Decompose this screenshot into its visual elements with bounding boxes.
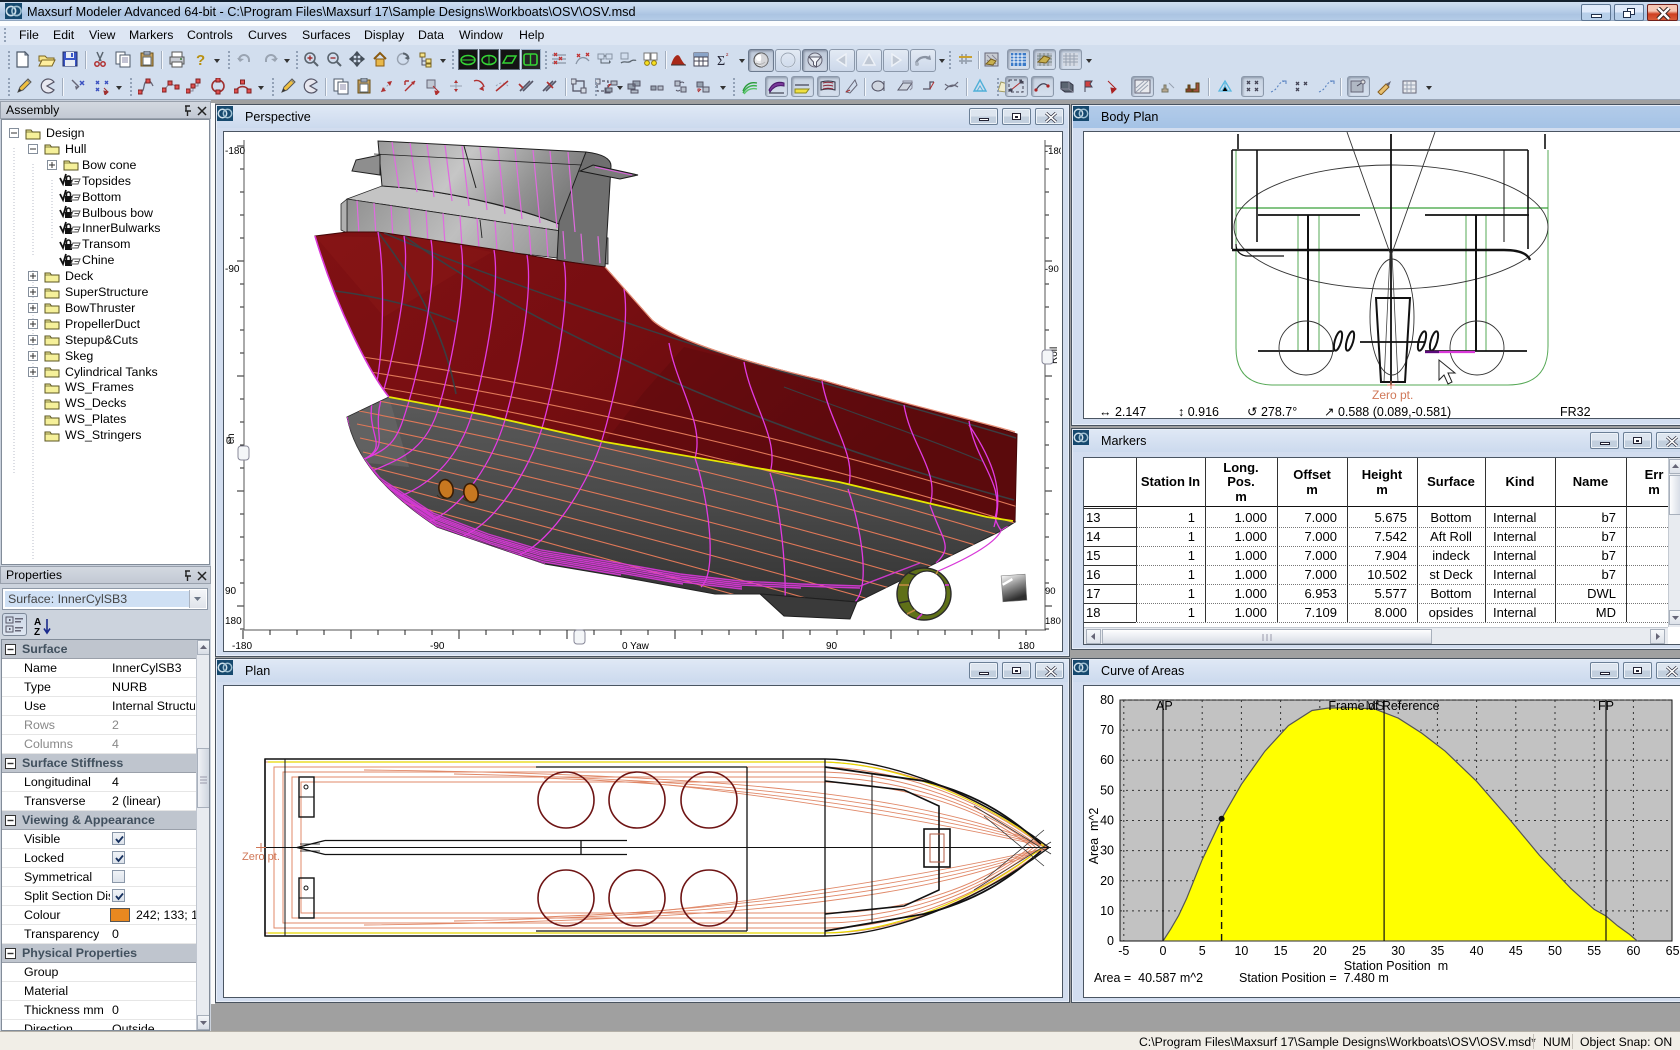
svg-text:180: 180 (1018, 641, 1035, 652)
svg-text:0: 0 (1160, 944, 1167, 958)
svg-text:35: 35 (1430, 944, 1444, 958)
svg-text:55: 55 (1587, 944, 1601, 958)
svg-text:MS: MS (1366, 699, 1385, 713)
svg-text:90: 90 (225, 586, 237, 597)
svg-text:60: 60 (1100, 753, 1114, 767)
svg-text:↺ 278.7°: ↺ 278.7° (1247, 405, 1297, 419)
svg-text:10: 10 (1234, 944, 1248, 958)
svg-text:40: 40 (1470, 944, 1484, 958)
svg-text:↔ 2.147: ↔ 2.147 (1099, 405, 1146, 419)
svg-text:80: 80 (1100, 693, 1114, 707)
svg-text:-90: -90 (225, 264, 240, 275)
svg-text:60: 60 (1626, 944, 1640, 958)
svg-text:Zero pt.: Zero pt. (1372, 388, 1413, 402)
svg-text:?: ? (196, 52, 205, 68)
svg-text:40: 40 (1100, 814, 1114, 828)
svg-text:5: 5 (1199, 944, 1206, 958)
svg-text:30: 30 (1391, 944, 1405, 958)
svg-text:Area = 40.587 m^2: Area = 40.587 m^2 (1094, 971, 1203, 985)
svg-text:90: 90 (826, 641, 838, 652)
svg-text:Zero pt.: Zero pt. (242, 851, 280, 863)
svg-text:25: 25 (1352, 944, 1366, 958)
svg-text:90: 90 (1045, 586, 1056, 597)
svg-text:AP: AP (1156, 699, 1173, 713)
svg-text:180: 180 (225, 616, 242, 627)
svg-text:180: 180 (1045, 616, 1061, 627)
svg-text:FR32: FR32 (1560, 405, 1591, 419)
svg-text:-180: -180 (225, 146, 245, 157)
svg-text:-5: -5 (1118, 944, 1129, 958)
svg-text:50: 50 (1100, 783, 1114, 797)
svg-text:15: 15 (1274, 944, 1288, 958)
svg-text:0: 0 (1107, 934, 1114, 948)
svg-text:-90: -90 (430, 641, 445, 652)
svg-text:FP: FP (1598, 699, 1614, 713)
svg-text:↗ 0.588 (0.089,-0.581): ↗ 0.588 (0.089,-0.581) (1324, 405, 1451, 419)
svg-text:20: 20 (1100, 874, 1114, 888)
svg-text:0: 0 (226, 436, 232, 447)
svg-text:-180: -180 (1045, 146, 1061, 157)
svg-text:45: 45 (1509, 944, 1523, 958)
svg-text:Area m^2: Area m^2 (1087, 808, 1101, 865)
svg-text:10: 10 (1100, 904, 1114, 918)
svg-text:30: 30 (1100, 844, 1114, 858)
svg-text:50: 50 (1548, 944, 1562, 958)
svg-text:70: 70 (1100, 723, 1114, 737)
svg-text:Station Position = 7.480 m: Station Position = 7.480 m (1239, 971, 1389, 985)
svg-text:20: 20 (1313, 944, 1327, 958)
svg-text:-180: -180 (232, 641, 252, 652)
svg-text:0 Yaw: 0 Yaw (622, 641, 650, 652)
svg-text:Σ: Σ (717, 54, 725, 68)
svg-text:↕ 0.916: ↕ 0.916 (1178, 405, 1219, 419)
svg-text:Z: Z (34, 627, 40, 636)
svg-text:-90: -90 (1045, 264, 1059, 275)
svg-text:65: 65 (1666, 944, 1680, 958)
svg-text:²: ² (726, 53, 729, 60)
